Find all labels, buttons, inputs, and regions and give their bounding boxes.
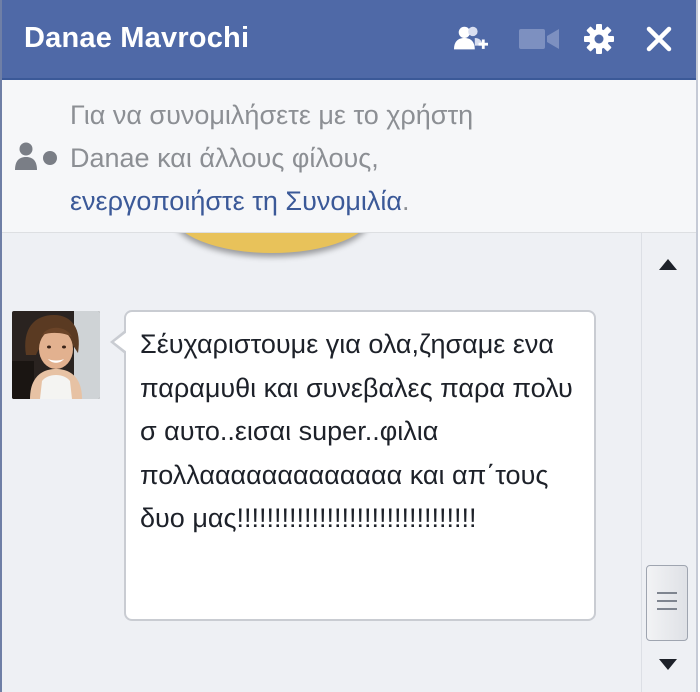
notice-line-1: Για να συνομιλήσετε με το χρήστη — [70, 100, 474, 130]
chat-title[interactable]: Danae Mavrochi — [24, 22, 249, 55]
notice-suffix: . — [402, 186, 410, 216]
chat-window: Danae Mavrochi Για να συνομιλήσετε με το… — [0, 0, 698, 692]
scroll-up-arrow-icon[interactable] — [656, 255, 680, 273]
chat-titlebar[interactable]: Danae Mavrochi — [2, 0, 696, 80]
enable-chat-link[interactable]: ενεργοποιήστε τη Συνομιλία — [70, 186, 402, 216]
message-scrollbar[interactable] — [641, 233, 694, 692]
notice-line-3: ενεργοποιήστε τη Συνομιλία. — [70, 180, 550, 223]
message-bubble: Σέυχαριστουμε για ολα,ζησαμε ενα παραμυθ… — [124, 310, 596, 621]
thumb-grip-line — [657, 608, 677, 610]
gear-icon[interactable] — [582, 22, 616, 56]
scrolled-avatar-partial — [172, 233, 372, 253]
video-camera-icon[interactable] — [518, 22, 560, 56]
users-status-icon — [14, 140, 60, 176]
bubble-tail-fill — [114, 332, 127, 352]
sender-avatar[interactable] — [12, 311, 100, 399]
thumb-grip-line — [657, 600, 677, 602]
thumb-grip-line — [657, 592, 677, 594]
scrollbar-thumb[interactable] — [646, 565, 688, 641]
notice-line-2: Danae και άλλους φίλους, — [70, 143, 379, 173]
close-icon[interactable] — [642, 22, 676, 56]
message-text: Σέυχαριστουμε για ολα,ζησαμε ενα παραμυθ… — [140, 329, 573, 533]
add-friend-icon[interactable] — [454, 22, 488, 56]
notice-text: Για να συνομιλήσετε με το χρήστη Danae κ… — [70, 94, 550, 223]
scroll-down-arrow-icon[interactable] — [656, 656, 680, 674]
